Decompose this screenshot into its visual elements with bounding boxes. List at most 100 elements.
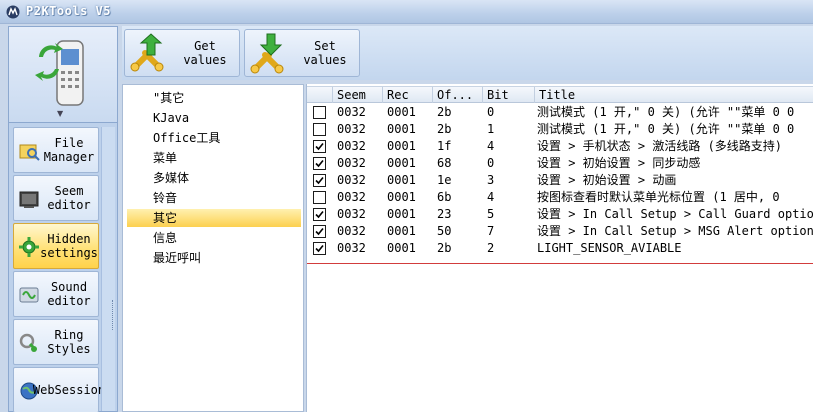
category-item[interactable]: Office工具 [127,129,301,147]
set-values-icon [250,33,284,74]
cell-rec: 0001 [387,173,416,187]
cell-bit: 4 [487,139,495,153]
collapse-arrow-icon[interactable]: ▼ [57,109,63,118]
category-item[interactable]: 最近呼叫 [127,249,301,267]
sidebar-item-hidden-settings[interactable]: Hidden settings [13,223,99,269]
cell-bit: 7 [487,224,495,238]
category-item[interactable]: KJava [127,109,301,127]
ring-styles-icon [19,333,38,352]
sidebar-item-label: Ring Styles [47,328,91,356]
table-row[interactable]: 0032 0001 6b 4 按图标查看时默认菜单光标位置 (1 居中, 0 [307,189,813,206]
sidebar-item-sound-editor[interactable]: Sound editor [13,271,99,317]
table-row[interactable]: 0032 0001 2b 2 LIGHT_SENSOR_AVIABLE [307,240,813,257]
cell-rec: 0001 [387,190,416,204]
category-item-selected[interactable]: 其它 [127,209,301,227]
table-row[interactable]: 0032 0001 2b 0 测试模式 (1 开," 0 关) (允许 ""菜单 0 0 [307,104,813,121]
category-list: "其它 KJava Office工具 菜单 多媒体 铃音 其它 信息 最近呼叫 [122,84,304,412]
cell-seem: 0032 [337,207,366,221]
sidebar-item-label: File Manager [43,136,95,164]
checkbox-unchecked[interactable] [313,106,326,119]
sidebar-item-file-manager[interactable]: File Manager [13,127,99,173]
category-item[interactable]: 铃音 [127,189,301,207]
cell-title: 设置 > 手机状态 > 激活线路 (多线路支持) [537,139,783,153]
seem-editor-icon [19,191,39,208]
checkbox-checked[interactable] [313,225,326,238]
checkbox-checked[interactable] [313,157,326,170]
sidebar-item-label: WebSession [32,383,106,397]
sidebar-item-label: Sound editor [47,280,91,308]
checkmark-icon [315,159,324,168]
window-title: P2KTools V5 [26,4,111,18]
cell-bit: 4 [487,190,495,204]
cell-rec: 0001 [387,207,416,221]
category-item[interactable]: 菜单 [127,149,301,167]
checkbox-unchecked[interactable] [313,191,326,204]
cell-rec: 0001 [387,139,416,153]
cell-offset: 2b [437,241,452,255]
table-row[interactable]: 0032 0001 23 5 设置 > In Call Setup > Call Gua… [307,206,813,223]
cell-offset: 2b [437,105,452,119]
cell-rec: 0001 [387,156,416,170]
checkbox-checked[interactable] [313,174,326,187]
cell-offset: 1f [437,139,452,153]
column-header-seem[interactable]: Seem [333,87,383,103]
cell-title: 设置 > In Call Setup > MSG Alert option [537,224,813,238]
table-row[interactable]: 0032 0001 68 0 设置 > 初始设置 > 同步动感 [307,155,813,172]
cell-title: 按图标查看时默认菜单光标位置 (1 居中, 0 [537,190,780,204]
table-row[interactable]: 0032 0001 50 7 设置 > In Call Setup > MSG Aler… [307,223,813,240]
sidebar-item-ring-styles[interactable]: Ring Styles [13,319,99,365]
column-header-rec[interactable]: Rec [383,87,433,103]
cell-bit: 0 [487,105,495,119]
cell-title: LIGHT_SENSOR_AVIABLE [537,241,682,255]
checkbox-checked[interactable] [313,242,326,255]
sidebar-scrollbar[interactable] [101,127,115,411]
category-item[interactable]: "其它 [127,89,301,107]
splitter-grip[interactable] [112,300,115,330]
checkbox-checked[interactable] [313,140,326,153]
settings-table: Seem Rec Of... Bit Title 0032 0001 2b 0 测试模式… [306,84,813,412]
table-row[interactable]: 0032 0001 2b 1 测试模式 (1 开," 0 关) (允许 ""菜单 0 0 [307,121,813,138]
table-row[interactable]: 0032 0001 1e 3 设置 > 初始设置 > 动画 [307,172,813,189]
checkmark-icon [315,244,324,253]
column-header-offset[interactable]: Of... [433,87,483,103]
cell-seem: 0032 [337,105,366,119]
cell-title: 设置 > 初始设置 > 同步动感 [537,156,701,170]
cell-seem: 0032 [337,173,366,187]
cell-seem: 0032 [337,139,366,153]
cell-offset: 1e [437,173,452,187]
cell-offset: 50 [437,224,452,238]
column-header-title[interactable]: Title [535,87,813,103]
checkbox-unchecked[interactable] [313,123,326,136]
cell-rec: 0001 [387,241,416,255]
cell-offset: 2b [437,122,452,136]
category-item[interactable]: 多媒体 [127,169,301,187]
sidebar-item-label: Seem editor [47,184,91,212]
get-values-icon [130,33,164,72]
cell-bit: 3 [487,173,495,187]
cell-bit: 1 [487,122,495,136]
checkmark-icon [315,176,324,185]
get-values-label: Get values [183,39,227,67]
sidebar-header: ▼ [9,27,117,123]
cell-seem: 0032 [337,156,366,170]
cell-offset: 68 [437,156,452,170]
column-header-check[interactable] [307,87,333,103]
toolbar: Get values Set values [122,26,813,80]
cell-title: 设置 > 初始设置 > 动画 [537,173,677,187]
cell-bit: 2 [487,241,495,255]
set-values-button[interactable]: Set values [244,29,360,77]
sidebar-item-websession[interactable]: WebSession [13,367,106,412]
column-header-bit[interactable]: Bit [483,87,535,103]
get-values-button[interactable]: Get values [124,29,240,77]
checkmark-icon [315,227,324,236]
checkmark-icon [315,210,324,219]
sidebar-item-seem-editor[interactable]: Seem editor [13,175,99,221]
cell-title: 设置 > In Call Setup > Call Guard option [537,207,813,221]
category-item[interactable]: 信息 [127,229,301,247]
sound-editor-icon [19,287,39,303]
cell-bit: 5 [487,207,495,221]
cell-seem: 0032 [337,190,366,204]
checkbox-checked[interactable] [313,208,326,221]
cell-seem: 0032 [337,122,366,136]
table-row[interactable]: 0032 0001 1f 4 设置 > 手机状态 > 激活线路 (多线路支持) [307,138,813,155]
